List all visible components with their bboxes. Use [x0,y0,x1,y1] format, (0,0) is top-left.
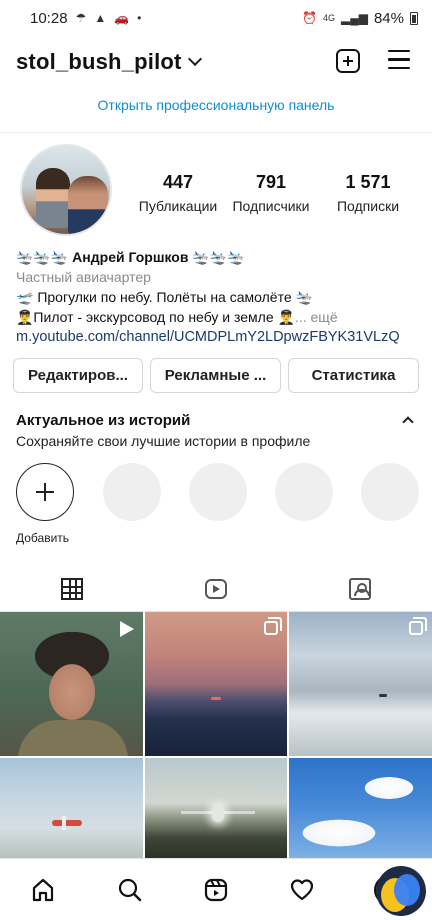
home-icon [33,878,54,901]
profile-stats: 447 Публикации 791 Подписчики 1 571 Подп… [130,172,420,214]
create-post-icon[interactable] [336,49,360,73]
profile-header: stol_bush_pilot [0,40,432,84]
profile-avatar[interactable] [20,144,112,236]
tagged-icon [349,578,371,600]
battery-icon [410,11,418,25]
tab-tagged[interactable] [288,566,432,612]
photo-shirt [18,720,128,756]
sunset-sun [211,697,221,700]
car-icon: 🚗 [114,11,130,25]
chevron-down-icon[interactable] [187,51,202,67]
nav-activity[interactable] [259,859,345,920]
post-thumbnail[interactable] [0,758,143,858]
stat-value: 1 571 [345,172,391,192]
heart-icon [291,878,314,900]
highlights-subtitle: Сохраняйте свои лучшие истории в профиле [16,433,311,449]
carousel-icon [264,617,282,635]
battery-percent: 84% [373,9,404,27]
profile-tabs [0,566,432,612]
insights-button[interactable]: Статистика [288,358,419,393]
nav-search[interactable] [86,859,172,920]
alarm-icon: ⏰ [302,11,317,25]
post-thumbnail[interactable] [289,758,432,858]
highlight-placeholder [189,463,247,521]
stat-label: Подписчики [232,198,310,214]
post-thumbnail[interactable] [289,612,432,756]
bio-more-link[interactable]: ... ещё [295,309,338,325]
signal-icon: ▂▄▆ [341,11,368,25]
professional-dashboard-link[interactable]: Открыть профессиональную панель [0,97,432,113]
plane-image [52,816,82,830]
reels-icon [204,878,228,901]
search-icon [118,878,141,901]
menu-icon[interactable] [388,50,410,70]
avatar-person-left [36,168,70,228]
bio-line-1: 🛫 Прогулки по небу. Полёты на самолёте 🛬 [16,289,313,305]
status-bar: 10:28 ☂ ▲ 🚗 • ⏰ 4G ▂▄▆ 84% [0,0,432,36]
bio-website-link[interactable]: m.youtube.com/channel/UCMDPLmY2LDpwzFBYK… [16,327,420,347]
avatar-person-right [68,176,108,234]
reel-icon [120,621,134,637]
post-thumbnail[interactable] [145,758,287,858]
grid-icon [61,578,83,600]
post-thumbnail[interactable] [145,612,287,756]
edit-profile-button[interactable]: Редактиров... [13,358,143,393]
account-category: Частный авиачартер [16,269,151,285]
stat-label: Публикации [138,198,218,214]
dot-icon: • [137,11,142,25]
display-name: 🛬🛬🛬 Андрей Горшков 🛬🛬🛬 [16,249,245,265]
highlight-placeholder [103,463,161,521]
umbrella-icon: ☂ [75,11,87,25]
post-thumbnail[interactable] [0,612,143,756]
stat-following[interactable]: 1 571 Подписки [316,172,420,214]
username[interactable]: stol_bush_pilot [16,49,182,75]
tab-reels[interactable] [144,566,288,612]
highlight-placeholder [361,463,419,521]
profile-bio: 🛬🛬🛬 Андрей Горшков 🛬🛬🛬 Частный авиачарте… [16,247,420,347]
network-label: 4G [322,13,335,23]
bio-line-2: 👨‍✈️Пилот - экскурсовод по небу и земле … [16,309,295,325]
floating-app-bubble-icon[interactable] [376,866,426,916]
stat-followers[interactable]: 791 Подписчики [226,172,316,214]
stat-value: 447 [162,172,194,192]
distant-plane [379,694,387,697]
stat-posts[interactable]: 447 Публикации [130,172,226,214]
stat-value: 791 [255,172,287,192]
app-notification-icon: ▲ [94,11,107,25]
nav-home[interactable] [0,859,86,920]
divider [0,132,432,133]
status-time: 10:28 [30,9,68,27]
add-highlight-label: Добавить [16,531,70,545]
highlights-title: Актуальное из историй [16,412,191,429]
chevron-up-icon[interactable] [402,416,414,428]
highlight-placeholder [275,463,333,521]
nav-reels[interactable] [173,859,259,920]
bottom-navigation [0,858,432,920]
ad-tools-button[interactable]: Рекламные ... [150,358,281,393]
reels-icon [205,579,227,599]
profile-actions: Редактиров... Рекламные ... Статистика [13,358,419,393]
add-highlight-button[interactable] [16,463,74,521]
stat-label: Подписки [336,198,400,214]
plane-image [181,806,255,824]
tab-grid[interactable] [0,566,144,612]
carousel-icon [409,617,427,635]
